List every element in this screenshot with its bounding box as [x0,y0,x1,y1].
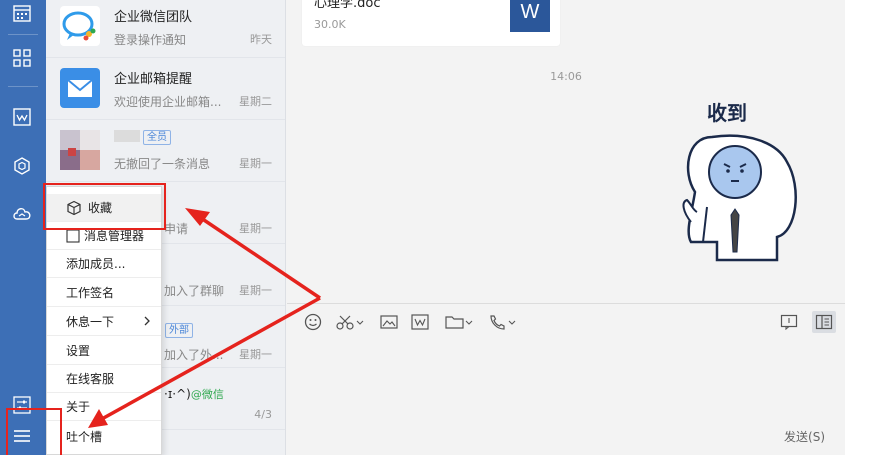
menu-item-add-member[interactable]: 添加成员... [47,250,161,278]
menu-item-take-break[interactable]: 休息一下 [47,308,161,336]
side-panel-icon[interactable] [812,311,836,333]
menu-item-label: 吐个槽 [66,429,103,444]
conversation-name: ·ɪ·^)@微信 [164,386,224,402]
sticker-message[interactable]: 收到 [677,92,807,272]
menu-item-label: 关于 [66,400,91,414]
conversation-time: 昨天 [250,33,272,46]
doc-icon[interactable] [11,106,33,128]
conversation-time: 4/3 [254,408,272,421]
conversation-message: 加入了群聊 [164,284,225,298]
menu-item-label: 休息一下 [66,315,115,329]
clock-icon [66,228,80,243]
file-message-card[interactable]: 心理学.doc 30.0K W [302,0,560,46]
emoji-icon[interactable] [302,312,324,332]
apps-icon[interactable] [11,47,33,69]
conversation-time: 星期一 [239,284,272,297]
conversation-message: 欢迎使用企业邮箱... [114,95,222,109]
menu-item-settings[interactable]: 设置 [47,337,161,365]
file-size: 30.0K [314,18,346,31]
menu-item-label: 工作签名 [66,286,115,300]
file-name: 心理学.doc [314,0,381,11]
chat-panel: 心理学.doc 30.0K W 14:06 收到 发送(S) [287,0,845,455]
phone-icon[interactable] [488,312,518,332]
menu-item-label: 添加成员... [66,257,126,271]
folder-icon[interactable] [445,312,475,332]
conversation-emoticon: ·ɪ·^) [164,387,191,401]
conversation-item[interactable]: 企业邮箱提醒 欢迎使用企业邮箱... 星期二 [46,58,285,120]
conversation-item[interactable]: 企业微信团队 登录操作通知 昨天 [46,0,285,58]
conversation-time: 星期一 [239,222,272,235]
conversation-name: 企业微信团队 [114,10,193,25]
conversation-time: 星期一 [239,348,272,361]
menu-item-about[interactable]: 关于 [47,393,161,421]
conversation-name: 全员 [114,130,171,145]
menu-item-label: 在线客服 [66,372,115,386]
conversation-message: 无撤回了一条消息 [114,157,211,171]
image-icon[interactable] [378,312,400,332]
conversation-message: 申请 [164,222,189,236]
group-avatar [60,130,100,170]
conversation-time: 星期一 [239,157,272,170]
word-file-icon: W [510,0,550,32]
external-tag: 外部 [165,323,193,338]
conversation-item[interactable]: 全员 无撤回了一条消息 星期一 [46,120,285,182]
all-staff-tag: 全员 [143,130,171,145]
input-divider [287,303,845,304]
conversation-message: 登录操作通知 [114,33,187,47]
menu-item-feedback[interactable]: 吐个槽 [47,422,161,450]
conversation-message: 加入了外... [164,348,224,362]
screenshot-icon[interactable] [335,312,365,332]
annotation-box-favorites [43,183,166,230]
menu-item-online-support[interactable]: 在线客服 [47,365,161,393]
send-button[interactable]: 发送(S) [784,428,825,445]
sticker-text: 收到 [707,101,747,125]
cube-icon[interactable] [11,155,33,177]
message-history-icon[interactable] [778,312,800,332]
word-doc-icon[interactable] [409,312,431,332]
menu-item-label: 设置 [66,344,91,358]
mail-avatar [60,68,100,108]
conversation-time: 星期二 [239,95,272,108]
cloud-icon[interactable] [11,202,33,224]
calendar-icon[interactable] [11,2,33,24]
conversation-name: 企业邮箱提醒 [114,72,193,87]
menu-item-work-signature[interactable]: 工作签名 [47,279,161,307]
conversation-name: 外部 [162,323,193,338]
message-timestamp: 14:06 [550,70,582,83]
chevron-right-icon [144,316,150,326]
wecom-team-avatar [60,6,100,46]
right-edge [845,0,881,455]
left-rail [0,0,46,455]
wechat-tag: @微信 [190,388,224,401]
annotation-box-menu [6,408,62,455]
